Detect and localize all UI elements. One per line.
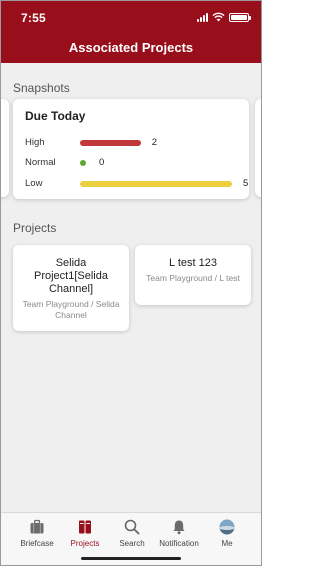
snapshot-card-previous[interactable] [1,99,9,197]
nav-label: Notification [159,539,199,548]
snapshots-section-label: Snapshots [13,81,70,95]
nav-notification[interactable]: Notification [153,519,205,548]
project-name: L test 123 [169,257,217,269]
nav-label: Search [119,539,145,548]
priority-bar-low [80,181,232,187]
project-subtitle: Team Playground / L test [146,273,240,283]
snapshot-card-next[interactable] [255,99,261,197]
row-count: 2 [151,137,158,148]
snapshot-title: Due Today [25,109,86,123]
status-time: 7:55 [21,11,46,25]
header: 7:55 Associated Projects [1,1,261,63]
home-indicator [81,557,181,560]
row-label: Low [25,178,43,189]
app-frame: 7:55 Associated Projects Snapshots Due T… [0,0,262,566]
nav-label: Projects [70,539,100,548]
priority-bar-high [80,140,141,146]
row-count: 5 [243,178,249,189]
projects-section-label: Projects [13,221,57,235]
project-card[interactable]: L test 123 Team Playground / L test [135,245,251,305]
wifi-icon [212,12,225,22]
battery-icon [229,12,251,22]
briefcase-icon [30,519,44,534]
project-card[interactable]: Selida Project1[Selida Channel] Team Pla… [13,245,129,331]
projects-icon [79,520,91,534]
nav-label: Briefcase [20,539,54,548]
search-icon [124,519,140,535]
snapshot-row-high: High 2 [25,136,239,150]
project-name: Selida Project1[Selida Channel] [34,257,108,295]
row-count: 0 [99,157,105,168]
nav-projects[interactable]: Projects [59,519,111,548]
snapshot-card-due-today[interactable]: Due Today High 2 Normal 0 Low 5 [13,99,249,199]
snapshot-row-normal: Normal 0 [25,156,239,170]
row-label: High [25,137,45,148]
nav-label: Me [221,539,233,548]
signal-icon [197,12,208,22]
snapshot-row-low: Low 5 [25,177,248,191]
nav-briefcase[interactable]: Briefcase [11,519,63,548]
row-label: Normal [25,157,56,168]
bell-icon [173,520,185,535]
nav-search[interactable]: Search [106,519,158,548]
avatar [219,519,235,535]
page-title: Associated Projects [68,40,194,55]
nav-me[interactable]: Me [201,519,253,548]
status-icons [197,12,251,22]
project-subtitle: Team Playground / Selida Channel [22,299,120,320]
priority-dot-normal [80,160,86,166]
